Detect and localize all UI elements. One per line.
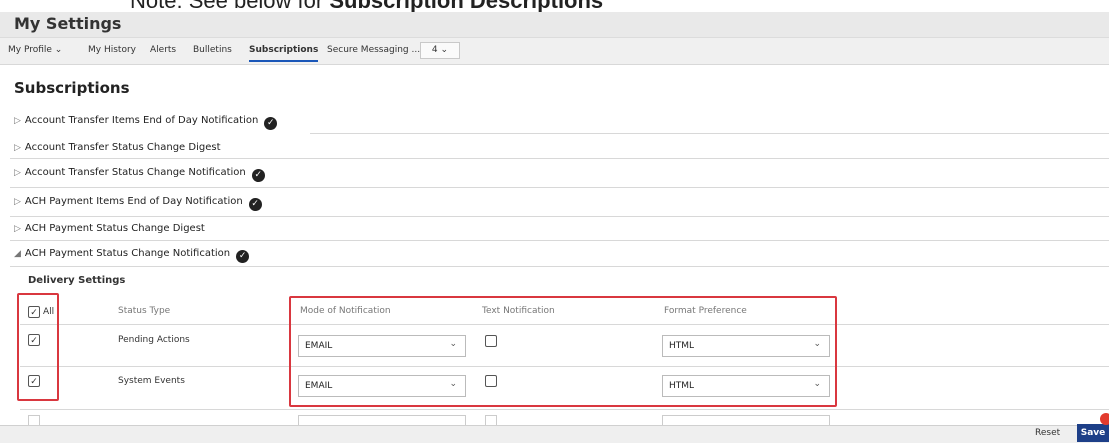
tab-subscriptions[interactable]: Subscriptions [249, 45, 319, 62]
more-tabs-dropdown[interactable]: 4 ⌄ [420, 42, 460, 59]
divider [20, 409, 1109, 410]
footer-bar [0, 425, 1109, 443]
subscription-name: Account Transfer Items End of Day Notifi… [24, 115, 259, 126]
subscription-row[interactable]: ▷ ACH Payment Status Change Digest [14, 223, 205, 234]
collapse-arrow-icon: ◢ [14, 249, 21, 259]
subscription-row[interactable]: ▷ ACH Payment Items End of Day Notificati… [14, 196, 262, 211]
reset-button[interactable]: Reset [1035, 428, 1060, 438]
divider [10, 187, 1109, 188]
expand-arrow-icon: ▷ [14, 168, 21, 178]
divider [10, 216, 1109, 217]
subscription-name: Account Transfer Status Change Digest [24, 142, 221, 153]
subscription-row-expanded[interactable]: ◢ ACH Payment Status Change Notification ✓ [14, 248, 250, 263]
divider [10, 240, 1109, 241]
subscribed-check-icon: ✓ [236, 250, 250, 263]
settings-header: My Settings [0, 12, 1109, 38]
subscribed-check-icon: ✓ [251, 169, 265, 182]
subscription-row[interactable]: ▷ Account Transfer Status Change Digest [14, 142, 220, 153]
divider [10, 158, 1109, 159]
note-bold: Subscription Descriptions [329, 0, 603, 12]
subscribed-check-icon: ✓ [264, 117, 278, 130]
page-header-title: My Settings [14, 14, 122, 33]
tab-my-profile[interactable]: My Profile ⌄ [8, 45, 62, 55]
highlight-box-settings [289, 296, 837, 407]
highlight-box-checkboxes [17, 293, 59, 401]
notification-dot [1100, 413, 1109, 425]
expand-arrow-icon: ▷ [14, 224, 21, 234]
divider [310, 133, 1109, 134]
tab-alerts[interactable]: Alerts [150, 45, 176, 55]
subscription-name: Account Transfer Status Change Notificat… [24, 167, 246, 178]
note-prefix: Note: See below for [130, 0, 329, 12]
tab-secure-messaging[interactable]: Secure Messaging ... [327, 45, 420, 55]
tab-bulletins[interactable]: Bulletins [193, 45, 232, 55]
status-type-cell: System Events [118, 376, 185, 386]
status-type-cell: Pending Actions [118, 335, 190, 345]
subscription-row[interactable]: ▷ Account Transfer Status Change Notifica… [14, 167, 265, 182]
expand-arrow-icon: ▷ [14, 197, 21, 207]
delivery-settings-heading: Delivery Settings [28, 275, 126, 286]
page-title: Subscriptions [14, 79, 130, 97]
subscription-row[interactable]: ▷ Account Transfer Items End of Day Notif… [14, 115, 278, 130]
expand-arrow-icon: ▷ [14, 143, 21, 153]
subscription-name: ACH Payment Items End of Day Notificatio… [24, 196, 243, 207]
top-note-banner: Note: See below for Subscription Descrip… [0, 0, 1109, 12]
divider [10, 266, 1109, 267]
subscription-name: ACH Payment Status Change Digest [24, 223, 205, 234]
tab-my-history[interactable]: My History [88, 45, 136, 55]
subscribed-check-icon: ✓ [248, 198, 262, 211]
col-header-status-type: Status Type [118, 306, 171, 316]
save-button[interactable]: Save [1077, 424, 1109, 442]
subscription-name: ACH Payment Status Change Notification [24, 248, 231, 259]
expand-arrow-icon: ▷ [14, 116, 21, 126]
